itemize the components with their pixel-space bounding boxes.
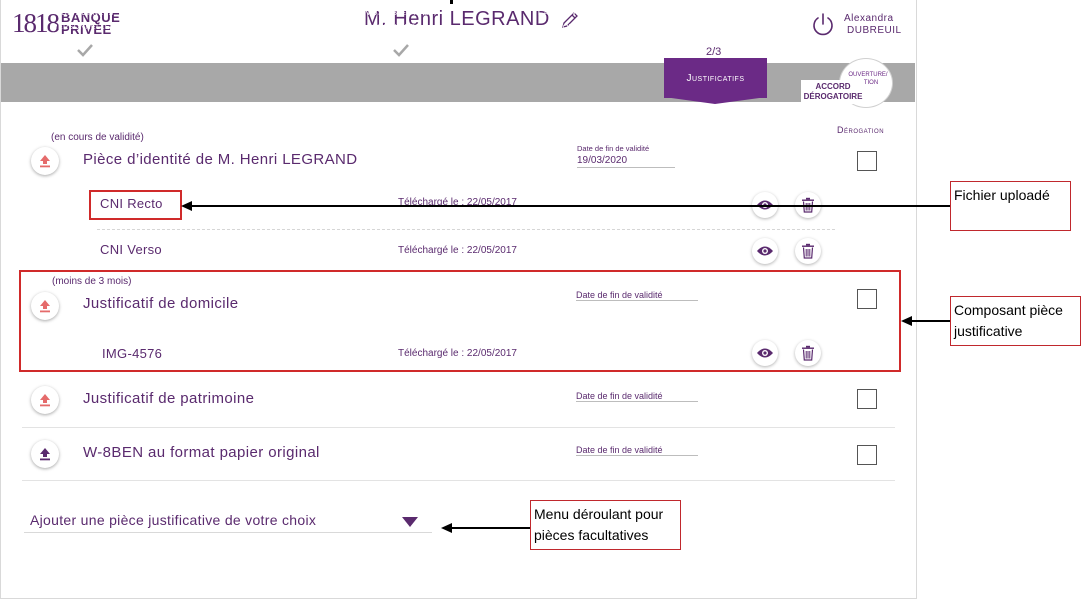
- tab-label: Votre patrimoine: [190, 6, 270, 18]
- trash-icon: [802, 243, 814, 259]
- row-separator: [22, 427, 895, 428]
- badge-label-line: ACCORD: [815, 82, 851, 91]
- file-name[interactable]: CNI Verso: [100, 242, 162, 257]
- annotation-arrow-head: [441, 523, 452, 533]
- row-separator: [22, 480, 895, 481]
- annotation-arrow-line: [450, 527, 530, 529]
- upload-button[interactable]: [31, 386, 59, 414]
- derogation-checkbox[interactable]: [857, 151, 877, 171]
- annotation-uploaded-file: Fichier uploadé: [950, 181, 1071, 231]
- step-done-check-icon: [393, 44, 409, 57]
- tab-finance-and-you[interactable]: La finance et vous: [502, 0, 622, 39]
- tab-label: Vos objectifs: [364, 6, 430, 18]
- document-title: Justificatif de patrimoine: [83, 390, 255, 407]
- add-document-dropdown[interactable]: Ajouter une pièce justificative de votre…: [24, 512, 432, 533]
- tab-label: La finance: [537, 6, 587, 18]
- validity-date-input[interactable]: Date de fin de validité: [576, 445, 698, 456]
- user-name: Alexandra DUBREUIL: [844, 13, 902, 37]
- annotation-line: pièces facultatives: [534, 527, 649, 543]
- annotation-arrow-head: [181, 201, 192, 211]
- user-last-name: DUBREUIL: [847, 25, 902, 36]
- tab-personal-data[interactable]: Vos données personnelles: [24, 0, 144, 39]
- delete-button[interactable]: [795, 238, 821, 264]
- upload-arrow-icon: [40, 448, 50, 461]
- upload-button[interactable]: [31, 147, 59, 175]
- step-count: 2/3: [706, 46, 722, 58]
- active-tab-pointer: [664, 97, 767, 104]
- tab-label: et vos revenus: [194, 20, 266, 32]
- stepper-nav: [1, 63, 915, 102]
- validity-date-label: Date de fin de validité: [577, 144, 650, 153]
- power-icon[interactable]: [810, 12, 836, 38]
- tab-label: Vos données: [54, 6, 114, 18]
- annotation-arrow-line: [190, 205, 950, 207]
- document-title: Pièce d’identité de M. Henri LEGRAND: [83, 151, 358, 168]
- eye-icon: [757, 246, 773, 256]
- tab-label: personnelles: [52, 20, 116, 32]
- derogation-checkbox[interactable]: [857, 389, 877, 409]
- user-first-name: Alexandra: [844, 13, 894, 24]
- upload-arrow-icon: [40, 155, 50, 168]
- validity-date-input[interactable]: Date de fin de validité: [576, 391, 698, 402]
- view-button[interactable]: [752, 238, 778, 264]
- tab-financial-goals[interactable]: Vos objectifs financiers: [337, 0, 457, 39]
- upload-arrow-icon: [40, 394, 50, 407]
- tab-label: et vous: [544, 20, 580, 32]
- chevron-down-icon[interactable]: [402, 517, 418, 527]
- derogation-checkbox[interactable]: [857, 445, 877, 465]
- annotation-component: Composant pièce justificative: [950, 296, 1081, 346]
- annotation-arrow-line: [910, 320, 950, 322]
- user-menu: Alexandra DUBREUIL: [810, 12, 902, 38]
- highlight-uploaded-file: [89, 190, 182, 220]
- derogation-column-header: Dérogation: [837, 125, 885, 135]
- validity-date-input[interactable]: 19/03/2020: [577, 155, 675, 168]
- annotation-line: justificative: [954, 323, 1023, 339]
- upload-button[interactable]: [31, 440, 59, 468]
- tab-label: financiers: [373, 20, 421, 32]
- step-done-check-icon: [77, 44, 93, 57]
- validity-note: (en cours de validité): [51, 132, 144, 143]
- highlight-document-component: [19, 270, 901, 372]
- tab-supporting-documents[interactable]: Justificatifs: [664, 58, 767, 98]
- upload-date: Téléchargé le : 22/05/2017: [398, 245, 517, 256]
- file-separator: [97, 229, 835, 230]
- document-title: W-8BEN au format papier original: [83, 444, 320, 461]
- badge-label-line: DÉROGATOIRE: [803, 92, 863, 101]
- annotation-line: Composant pièce: [954, 302, 1063, 318]
- annotation-arrow-head: [901, 316, 912, 326]
- annotation-line: Menu déroulant pour: [534, 506, 664, 522]
- tab-assets-income[interactable]: Votre patrimoine et vos revenus: [168, 0, 292, 39]
- annotation-dropdown: Menu déroulant pour pièces facultatives: [530, 500, 681, 550]
- badge-small-line: OUVERTURE/: [848, 72, 888, 78]
- derogation-badge-label: ACCORD DÉROGATOIRE: [801, 80, 865, 104]
